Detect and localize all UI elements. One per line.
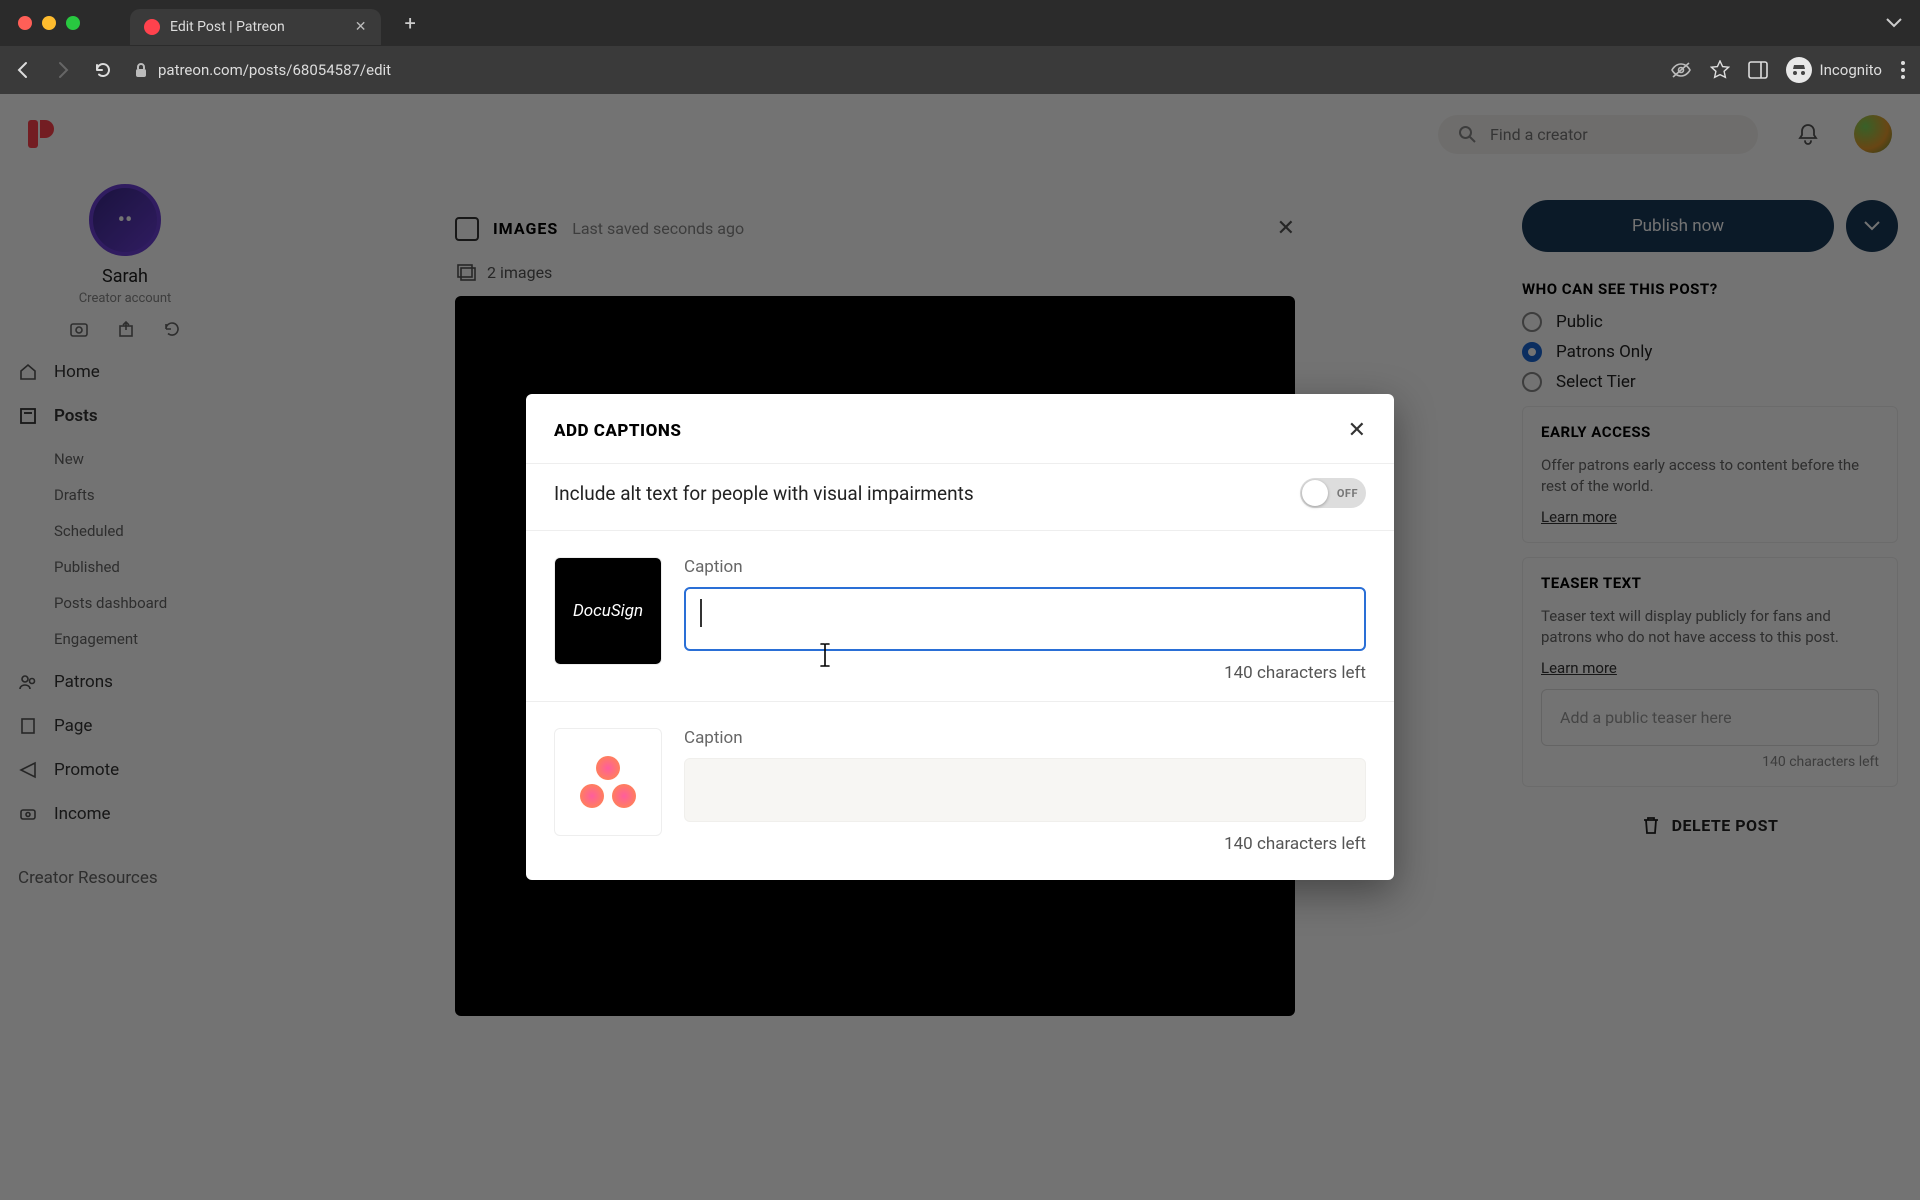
lock-icon [134,62,148,78]
caption-input-1[interactable] [684,587,1366,651]
kebab-menu-icon[interactable] [1900,60,1906,80]
incognito-indicator[interactable]: Incognito [1786,57,1882,83]
caption-input-2[interactable] [684,758,1366,822]
modal-close-button[interactable]: ✕ [1348,418,1366,443]
caption-label-1: Caption [684,557,1366,577]
caption-row-2: Caption 140 characters left [526,702,1394,880]
caption-label-2: Caption [684,728,1366,748]
address-bar[interactable]: patreon.com/posts/68054587/edit [134,61,1652,79]
caption-chars-left-2: 140 characters left [684,834,1366,854]
browser-toolbar: patreon.com/posts/68054587/edit Incognit… [0,46,1920,94]
incognito-label: Incognito [1820,61,1882,79]
panel-icon[interactable] [1748,61,1768,79]
reload-button[interactable] [94,61,116,79]
close-tab-icon[interactable]: ✕ [355,19,367,35]
caption-row-1: DocuSign Caption 140 characters left [526,531,1394,702]
minimize-window-icon[interactable] [42,16,56,30]
thumb-text: DocuSign [573,601,643,621]
close-window-icon[interactable] [18,16,32,30]
caption-thumb-1: DocuSign [554,557,662,665]
macos-titlebar: Edit Post | Patreon ✕ + [0,0,1920,46]
star-icon[interactable] [1710,60,1730,80]
new-tab-button[interactable]: + [405,11,416,35]
incognito-icon [1786,57,1812,83]
text-caret-icon [700,599,702,627]
alt-text-toggle-label: Include alt text for people with visual … [554,482,974,505]
url-text: patreon.com/posts/68054587/edit [158,61,391,79]
toggle-state-label: OFF [1337,487,1358,500]
toggle-knob-icon [1302,480,1328,506]
caption-thumb-2 [554,728,662,836]
forward-button [54,61,76,79]
eye-off-icon[interactable] [1670,61,1692,79]
back-button[interactable] [14,61,36,79]
alt-text-toggle[interactable]: OFF [1300,478,1366,508]
favicon-icon [144,19,160,35]
page-root: •• Sarah Creator account Home Posts New … [0,94,1920,1200]
add-captions-modal: ADD CAPTIONS ✕ Include alt text for peop… [526,394,1394,880]
fullscreen-window-icon[interactable] [66,16,80,30]
traffic-lights [18,16,80,30]
window-menu-icon[interactable] [1886,18,1902,28]
browser-tab[interactable]: Edit Post | Patreon ✕ [130,9,381,45]
modal-title: ADD CAPTIONS [554,421,681,441]
caption-chars-left-1: 140 characters left [684,663,1366,683]
tab-title: Edit Post | Patreon [170,19,285,35]
